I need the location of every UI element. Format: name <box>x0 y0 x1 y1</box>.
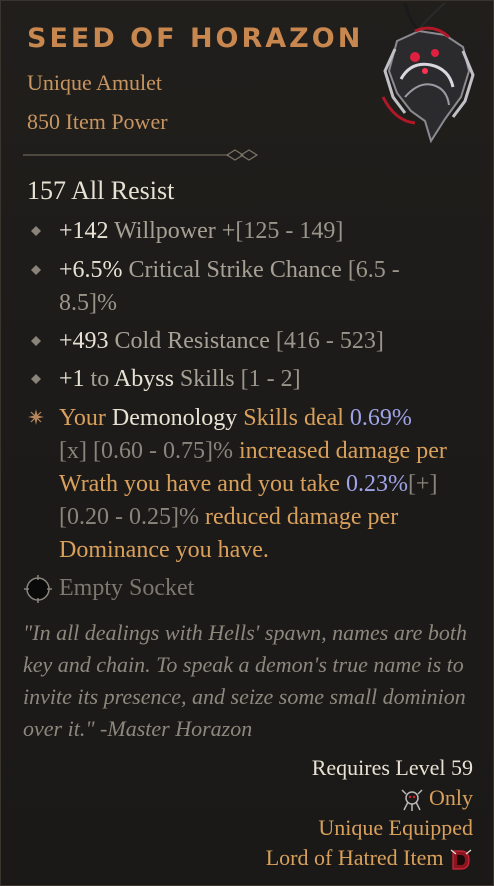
affix-value: +1 <box>59 366 85 392</box>
affix-abyss-skills: +1 to Abyss Skills [1 - 2] <box>31 363 469 396</box>
affix-value: +142 <box>59 218 109 244</box>
amulet-icon <box>381 2 475 144</box>
affix-label: Critical Strike Chance <box>122 257 348 283</box>
affix-label-2: Skills <box>173 366 241 392</box>
power-range-2: [0.20 - 0.25]% <box>59 504 199 530</box>
requirement-class-label: Only <box>429 785 473 810</box>
item-type: Unique Amulet <box>27 70 163 95</box>
requirement-expansion: Lord of Hatred Item <box>266 843 473 873</box>
item-name: Seed of Horazon <box>27 23 364 54</box>
diamond-bullet-icon <box>31 265 41 275</box>
socket-icon <box>24 575 52 603</box>
unique-power: Your Demonology Skills deal 0.69% [x] [0.… <box>28 402 469 567</box>
affix-willpower: +142 Willpower +[125 - 149] <box>31 215 469 248</box>
power-multiplier-tag: [x] <box>59 438 87 464</box>
affix-cold-resistance: +493 Cold Resistance [416 - 523] <box>31 325 469 358</box>
affix-range: [6.5 - <box>347 257 400 283</box>
power-value-2: 0.23% <box>345 471 408 497</box>
affix-range-cont: 8.5]% <box>59 290 117 316</box>
diamond-bullet-icon <box>31 226 41 236</box>
main-stat-all-resist: 157 All Resist <box>27 176 175 205</box>
power-text: Skills deal <box>237 405 350 431</box>
affix-label: Willpower + <box>108 218 236 244</box>
requirement-unique-equipped: Unique Equipped <box>318 815 473 840</box>
affix-range: [1 - 2] <box>240 366 301 392</box>
affix-value: +6.5% <box>59 257 123 283</box>
affix-range: [416 - 523] <box>275 328 384 354</box>
affix-label: to <box>84 366 114 392</box>
diamond-bullet-icon <box>31 336 41 346</box>
requirement-level: Requires Level 59 <box>311 755 473 780</box>
power-text: Your <box>59 405 112 431</box>
socket-label: Empty Socket <box>59 575 195 601</box>
header-divider <box>23 149 259 161</box>
power-additive-tag: [+] <box>407 471 438 497</box>
affix-range: [125 - 149] <box>235 218 344 244</box>
flavor-text: "In all dealings with Hells' spawn, name… <box>23 620 467 741</box>
spiritborn-class-icon <box>400 789 423 811</box>
affix-value: +493 <box>59 328 109 354</box>
power-value-1: 0.69% <box>349 405 412 431</box>
item-tooltip: Seed of Horazon Unique Amulet 850 Item P… <box>0 0 494 886</box>
affix-critical-strike: +6.5% Critical Strike Chance [6.5 - 8.5]% <box>31 254 469 320</box>
unique-star-icon <box>28 409 44 425</box>
requirement-class: Only <box>400 783 473 813</box>
affix-label: Cold Resistance <box>108 328 276 354</box>
item-power: 850 Item Power <box>27 109 168 134</box>
diamond-bullet-icon <box>31 374 41 384</box>
power-range-1: [0.60 - 0.75]% <box>86 438 233 464</box>
requirement-expansion-label: Lord of Hatred Item <box>265 845 444 870</box>
lord-of-hatred-logo-icon <box>450 849 472 870</box>
affix-keyword: Abyss <box>113 366 174 392</box>
power-keyword: Demonology <box>111 405 238 431</box>
